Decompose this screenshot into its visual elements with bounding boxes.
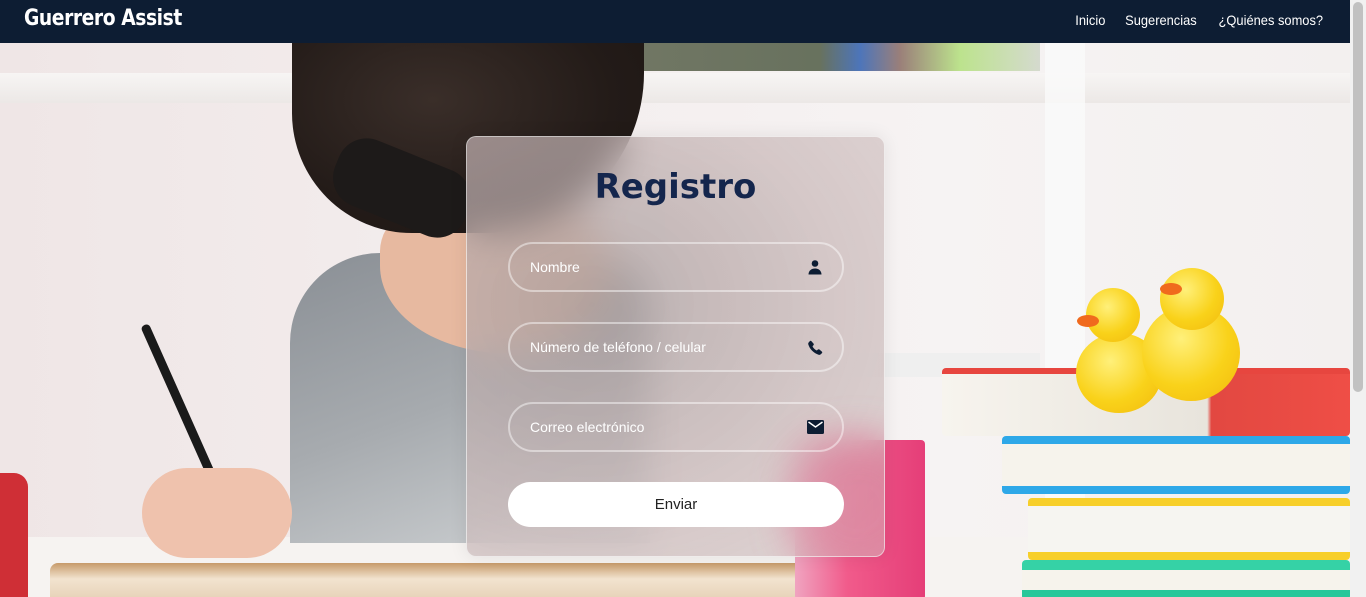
phone-input[interactable] <box>530 339 790 355</box>
nav-links: Inicio Sugerencias ¿Quiénes somos? <box>1074 12 1328 28</box>
form-title: Registro <box>594 167 757 207</box>
duck-beak <box>1077 315 1099 327</box>
nav-link-quienes-somos[interactable]: ¿Quiénes somos? <box>1219 12 1324 28</box>
scroll-thumb[interactable] <box>1353 2 1363 392</box>
top-navbar: Guerrero Assist Inicio Sugerencias ¿Quié… <box>0 0 1350 43</box>
registration-card: Registro Enviar <box>466 136 885 557</box>
name-field[interactable] <box>508 242 844 292</box>
rubber-duck-head <box>1086 288 1140 342</box>
page-scrollbar[interactable] <box>1350 0 1366 597</box>
nav-link-sugerencias[interactable]: Sugerencias <box>1125 12 1197 28</box>
brand-logo[interactable]: Guerrero Assist <box>24 6 182 31</box>
phone-icon <box>806 338 824 356</box>
shelf-books <box>640 43 1040 71</box>
shelf <box>0 73 1350 103</box>
boy-hand <box>142 468 292 558</box>
email-input[interactable] <box>530 419 790 435</box>
submit-button[interactable]: Enviar <box>508 482 844 527</box>
rubber-duck-head <box>1160 268 1224 330</box>
red-object <box>0 473 28 597</box>
name-input[interactable] <box>530 259 790 275</box>
book-green <box>1022 560 1350 597</box>
book-blue <box>1002 436 1350 494</box>
phone-field[interactable] <box>508 322 844 372</box>
email-field[interactable] <box>508 402 844 452</box>
duck-beak <box>1160 283 1182 295</box>
book-yellow <box>1028 498 1350 560</box>
open-book <box>50 563 810 597</box>
mail-icon <box>806 418 824 436</box>
nav-link-inicio[interactable]: Inicio <box>1075 12 1105 28</box>
user-icon <box>806 258 824 276</box>
